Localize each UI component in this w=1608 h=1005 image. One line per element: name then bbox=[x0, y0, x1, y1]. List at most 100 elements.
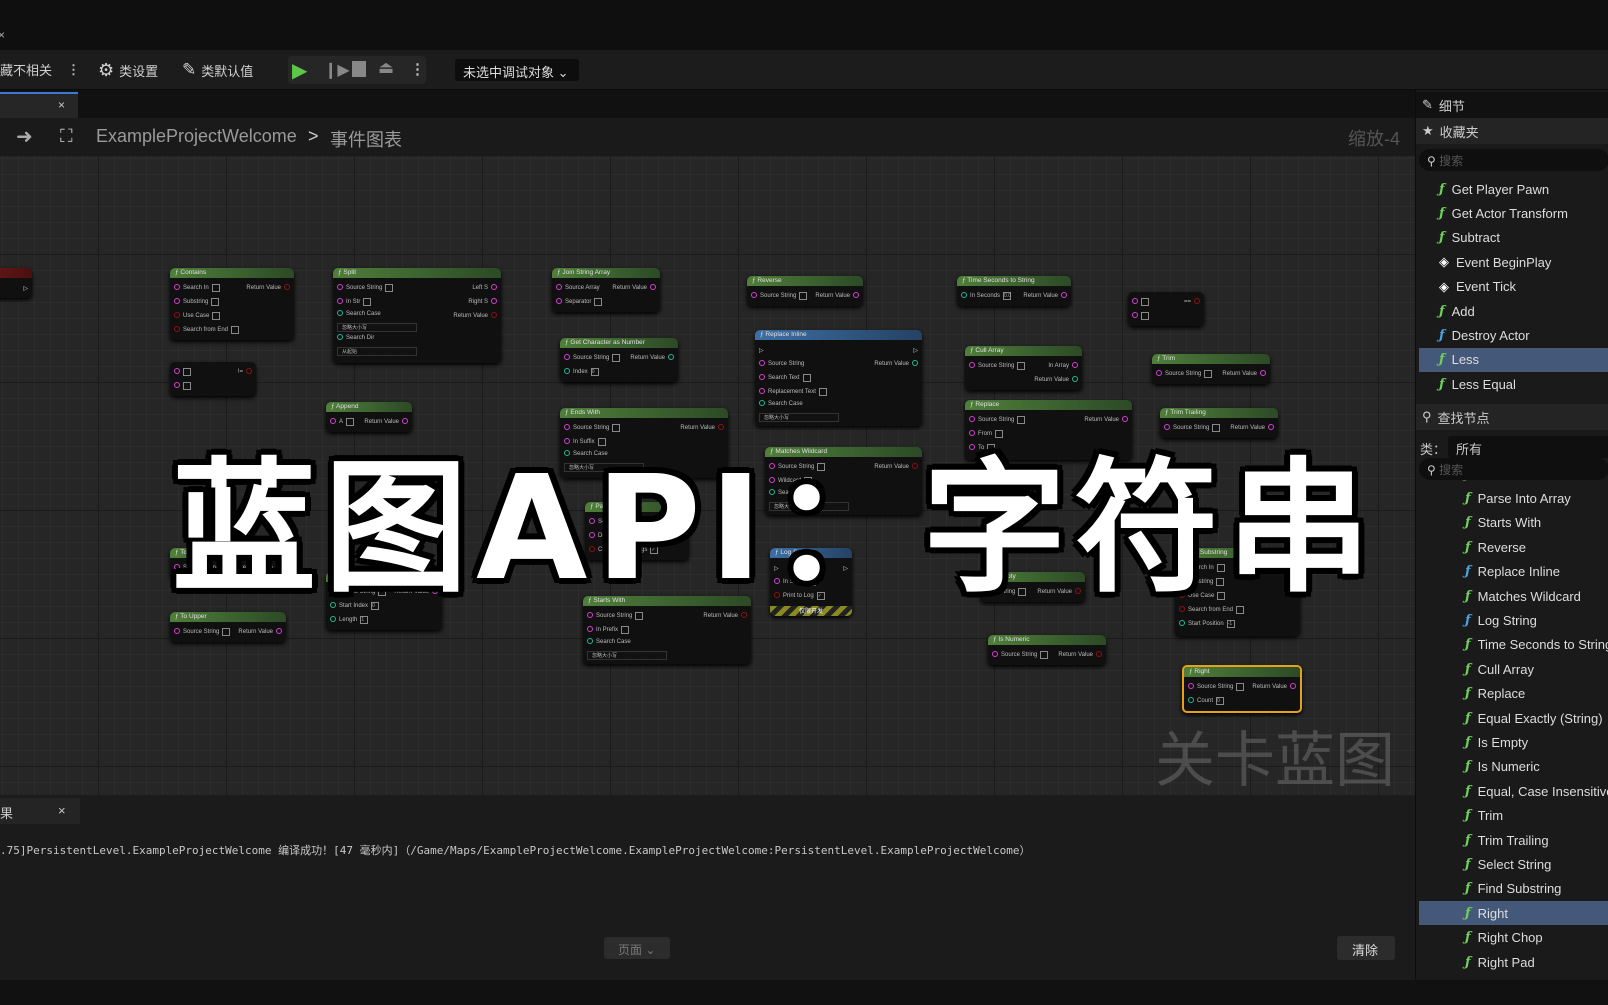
pin-default-value[interactable] bbox=[211, 298, 220, 306]
blueprint-node[interactable]: ƒ Event BeginPlay ▷ bbox=[0, 268, 32, 298]
int-pin-icon[interactable] bbox=[1179, 620, 1185, 628]
blueprint-node[interactable]: ƒ Get Character as Number Source String In… bbox=[560, 338, 678, 382]
str-pin-icon[interactable] bbox=[174, 284, 180, 292]
pin-exec[interactable]: ▷ bbox=[759, 343, 874, 357]
more-icon[interactable]: ⋮ bbox=[67, 62, 80, 78]
find-nodes-header[interactable]: ⚲ 查找节点 bbox=[1416, 404, 1608, 430]
pin-default-value[interactable] bbox=[818, 388, 827, 396]
str-pin-icon[interactable] bbox=[751, 292, 757, 300]
pin-exec[interactable]: ▷ bbox=[23, 281, 28, 295]
exec-pin-icon[interactable]: ▷ bbox=[23, 285, 28, 292]
str-pin-icon[interactable] bbox=[1188, 683, 1194, 691]
pin-search-text[interactable]: Search Text bbox=[759, 371, 874, 385]
blueprint-node[interactable]: ƒ Is Numeric Source String Return Value bbox=[988, 635, 1106, 665]
list-item-starts-with[interactable]: ƒ Starts With bbox=[1419, 511, 1608, 535]
category-dropdown[interactable]: 所有 bbox=[1448, 436, 1608, 458]
list-item-find-substring[interactable]: ƒ Find Substring bbox=[1419, 877, 1608, 901]
favorites-header[interactable]: ★ 收藏夹 bbox=[1416, 118, 1608, 144]
pin-source-string[interactable]: Source String bbox=[751, 289, 808, 303]
pin-in-array[interactable]: In Array bbox=[1034, 359, 1078, 373]
str-pin-icon[interactable] bbox=[564, 354, 570, 362]
node-search-input[interactable]: ⚲ 搜索 bbox=[1419, 458, 1608, 480]
int-pin-icon[interactable] bbox=[759, 400, 765, 408]
str-pin-icon[interactable] bbox=[587, 626, 593, 634]
clear-button[interactable]: 清除 bbox=[1337, 936, 1395, 960]
str-pin-icon[interactable] bbox=[969, 362, 975, 370]
pin-count[interactable]: Count 0 bbox=[1188, 694, 1244, 708]
str-pin-icon[interactable] bbox=[174, 298, 180, 306]
pin-source-string[interactable]: Source String bbox=[992, 648, 1049, 662]
pin-source-string[interactable]: Source String bbox=[1188, 680, 1245, 694]
pin-index[interactable]: Index 0 bbox=[564, 365, 620, 379]
pin-default-value[interactable] bbox=[1141, 298, 1149, 306]
bool-pin-icon[interactable] bbox=[284, 284, 290, 292]
blueprint-node[interactable]: ƒ Right Source String Count 0 Return Value bbox=[1182, 665, 1302, 713]
pin-default-value[interactable] bbox=[1040, 651, 1049, 659]
str-pin-icon[interactable] bbox=[759, 388, 765, 396]
pin-dropdown[interactable]: 忽略大小写 bbox=[337, 323, 417, 332]
pin-default-value[interactable] bbox=[231, 326, 240, 334]
breadcrumb-project[interactable]: ExampleProjectWelcome bbox=[96, 126, 297, 147]
list-item-parse-into-array[interactable]: ƒ Parse Into Array bbox=[1419, 486, 1608, 510]
pin-default-value[interactable] bbox=[612, 354, 621, 362]
str-pin-icon[interactable] bbox=[174, 628, 180, 636]
list-item-is-numeric[interactable]: ƒ Is Numeric bbox=[1419, 755, 1608, 779]
list-item-right-pad[interactable]: ƒ Right Pad bbox=[1419, 950, 1608, 970]
str-pin-icon[interactable] bbox=[491, 298, 497, 306]
forward-arrow-icon[interactable]: ➜ bbox=[16, 124, 33, 149]
list-item-time-seconds-to-string[interactable]: ƒ Time Seconds to String bbox=[1419, 633, 1608, 657]
play-options-icon[interactable]: ⋮ bbox=[410, 60, 425, 78]
blueprint-node[interactable]: ƒ Contains Search In Substring Use Case Sear… bbox=[170, 268, 294, 340]
list-item-get-actor-transform[interactable]: ƒ Get Actor Transform bbox=[1419, 201, 1608, 225]
pin-default-value[interactable] bbox=[183, 368, 191, 376]
str-pin-icon[interactable] bbox=[1260, 370, 1266, 378]
int-pin-icon[interactable] bbox=[337, 310, 343, 318]
close-tab-icon[interactable]: × bbox=[58, 803, 66, 818]
pin-default-value[interactable] bbox=[1017, 362, 1026, 370]
pin-return-value[interactable]: Return Value bbox=[1222, 367, 1266, 381]
pin-default-value[interactable] bbox=[799, 292, 808, 300]
pin-default-value[interactable]: 0 bbox=[1216, 697, 1225, 705]
list-item-right-chop[interactable]: ƒ Right Chop bbox=[1419, 925, 1608, 949]
pin-source-string[interactable]: Source String bbox=[564, 351, 621, 365]
pin-default-value[interactable] bbox=[363, 298, 372, 306]
list-item-matches-wildcard[interactable]: ƒ Matches Wildcard bbox=[1419, 584, 1608, 608]
str-pin-icon[interactable] bbox=[1132, 312, 1138, 320]
pin-search-in[interactable]: Search In bbox=[174, 281, 239, 295]
pin-return-value[interactable]: Return Value bbox=[815, 289, 859, 303]
list-item-select-string[interactable]: ƒ Select String bbox=[1419, 852, 1608, 876]
str-pin-icon[interactable] bbox=[853, 292, 859, 300]
pin-default-value[interactable]: 0.0 bbox=[1003, 292, 1012, 300]
pin-separator[interactable]: Separator bbox=[556, 295, 603, 309]
list-item-destroy-actor[interactable]: ƒ Destroy Actor bbox=[1419, 323, 1608, 347]
blueprint-node[interactable]: ƒ Cull Array Source String In Array Return … bbox=[965, 346, 1082, 390]
pin-return-value[interactable]: Return Value bbox=[1023, 289, 1067, 303]
pin-default-value[interactable] bbox=[211, 284, 220, 292]
pin-dropdown[interactable]: 从起始 bbox=[337, 347, 417, 356]
list-item-trim[interactable]: ƒ Trim bbox=[1419, 803, 1608, 827]
class-settings-button[interactable]: ⚙ 类设置 bbox=[98, 60, 158, 81]
tab-event-graph[interactable]: × bbox=[0, 92, 78, 118]
int-pin-icon[interactable] bbox=[961, 292, 967, 300]
int-pin-icon[interactable] bbox=[337, 334, 343, 342]
pin-str[interactable] bbox=[174, 379, 191, 393]
pin--[interactable]: != bbox=[238, 365, 252, 379]
blueprint-node[interactable]: ƒ Trim Source String Return Value bbox=[1152, 354, 1270, 384]
bool-pin-icon[interactable] bbox=[246, 368, 252, 376]
hide-unrelated-button[interactable]: 藏不相关 ⋮ bbox=[0, 60, 80, 79]
pin-source-string[interactable]: Source String bbox=[759, 357, 874, 371]
int-pin-icon[interactable] bbox=[564, 368, 570, 376]
step-icon[interactable]: ❙▶ bbox=[324, 60, 350, 80]
blueprint-node[interactable]: ƒ Reverse Source String Return Value bbox=[747, 276, 863, 306]
int-pin-icon[interactable] bbox=[1072, 376, 1078, 384]
pin-return-value[interactable]: Return Value bbox=[1034, 373, 1078, 387]
bool-pin-icon[interactable] bbox=[1194, 298, 1200, 306]
details-header[interactable]: ✎ 细节 bbox=[1416, 92, 1608, 118]
pin-source-string[interactable]: Source String bbox=[337, 281, 453, 295]
pin-default-value[interactable] bbox=[385, 284, 394, 292]
exec-pin-icon[interactable]: ▷ bbox=[913, 347, 918, 354]
list-item-less[interactable]: ƒ Less bbox=[1419, 347, 1608, 373]
play-icon[interactable]: ▶ bbox=[292, 58, 307, 83]
str-pin-icon[interactable] bbox=[650, 284, 656, 292]
pin-return-value[interactable]: Return Value bbox=[630, 351, 674, 365]
